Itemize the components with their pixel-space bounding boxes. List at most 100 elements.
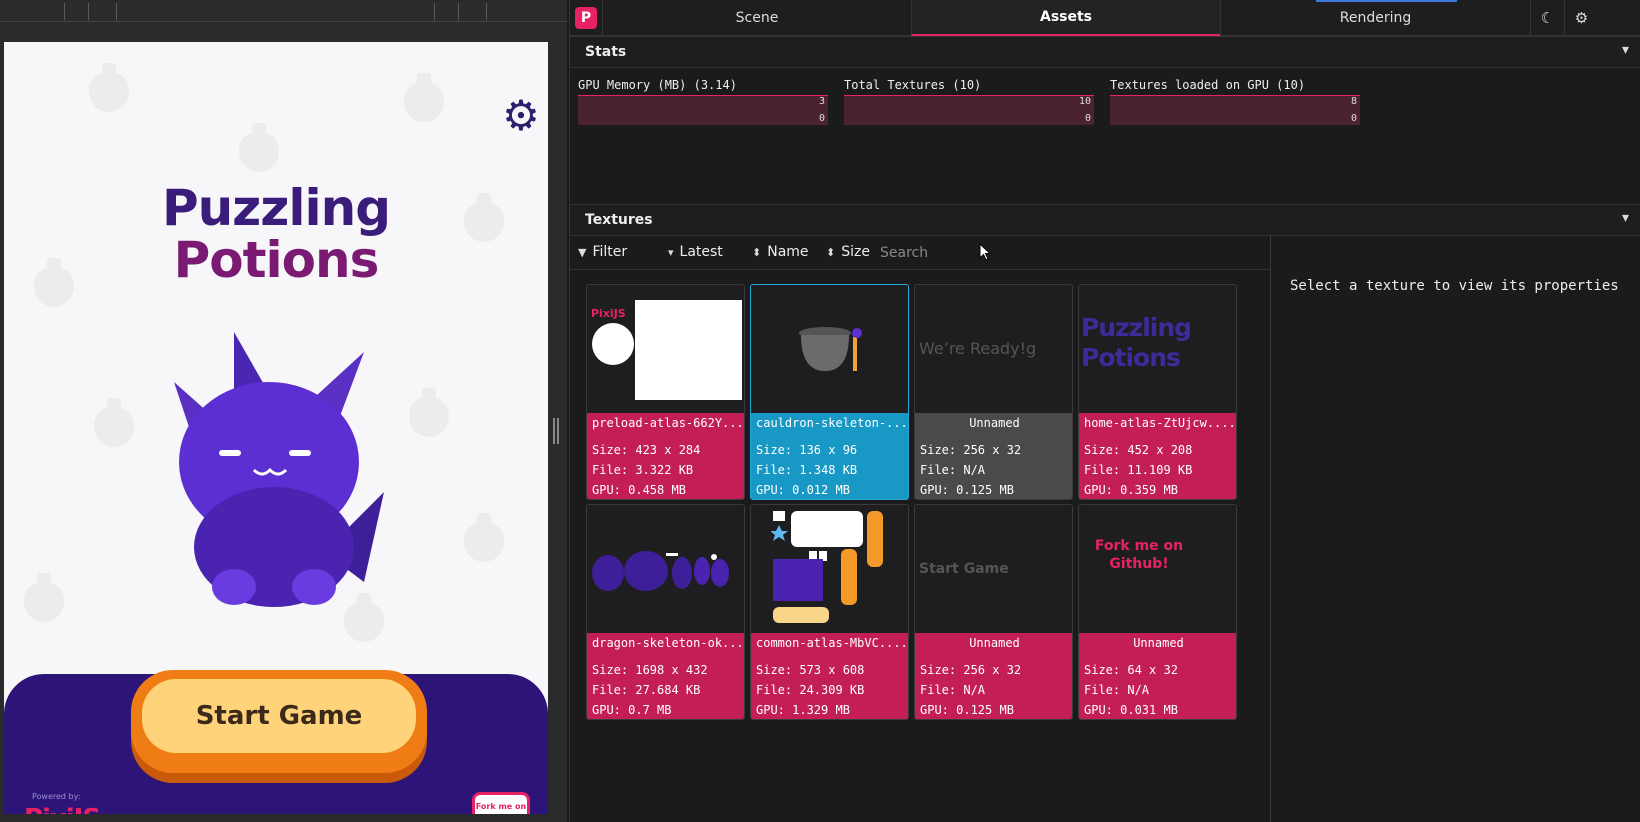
stat-gpu-memory: GPU Memory (MB) (3.14) 3 0 — [578, 78, 828, 125]
toolbar-separator — [458, 3, 459, 20]
toolbar-separator — [64, 3, 65, 20]
bg-pattern — [404, 73, 444, 122]
fork-github-badge[interactable]: Fork me on Github! — [472, 792, 530, 814]
texture-file: File: 27.684 KB — [592, 683, 701, 697]
sort-size-button[interactable]: ⬍ Size — [826, 244, 870, 260]
texture-file: File: 11.109 KB — [1084, 463, 1193, 477]
sort-latest-label: Latest — [679, 244, 723, 260]
game-canvas[interactable]: ⚙ Puzzling Potions Start Game Powered by… — [4, 42, 548, 814]
thumb-text: Start Game — [919, 561, 1009, 577]
pixi-logo[interactable]: PixiJS — [24, 804, 101, 814]
texture-file: File: 1.348 KB — [756, 463, 858, 477]
gear-icon[interactable]: ⚙ — [1564, 0, 1598, 36]
dragon-mascot — [174, 332, 384, 607]
stat-line — [844, 95, 1094, 96]
texture-card-selected[interactable]: cauldron-skeleton-... Size: 136 x 96 Fil… — [750, 284, 909, 500]
chevron-down-icon[interactable]: ▾ — [1622, 42, 1629, 58]
tab-assets[interactable]: Assets — [911, 0, 1220, 36]
texture-name: home-atlas-ZtUjcw.... — [1084, 416, 1233, 430]
moon-icon[interactable]: ☾ — [1530, 0, 1564, 36]
mouse-cursor-icon — [979, 243, 991, 261]
textures-section-header[interactable]: Textures ▾ — [570, 204, 1640, 236]
texture-name: Unnamed — [1133, 636, 1184, 650]
common-atlas-thumb — [771, 511, 883, 623]
texture-info: preload-atlas-662Y... Size: 423 x 284 Fi… — [587, 413, 744, 499]
sort-desc-icon: ▾ — [668, 246, 674, 259]
sort-size-label: Size — [841, 244, 870, 260]
thumb-text: We’re Ready!g — [919, 339, 1037, 358]
stat-label: Total Textures (10) — [844, 78, 982, 92]
sort-icon: ⬍ — [826, 246, 836, 259]
texture-info: dragon-skeleton-ok... Size: 1698 x 432 F… — [587, 633, 744, 719]
texture-size: Size: 256 x 32 — [920, 443, 1022, 457]
texture-size: Size: 452 x 208 — [1084, 443, 1193, 457]
stat-textures-on-gpu: Textures loaded on GPU (10) 8 0 — [1110, 78, 1360, 125]
tab-rendering[interactable]: Rendering — [1220, 0, 1530, 36]
stat-graph: 8 0 — [1110, 95, 1360, 125]
texture-card[interactable]: Start Game Unnamed Size: 256 x 32 File: … — [914, 504, 1073, 720]
toolbar-separator — [116, 3, 117, 20]
game-logo: Puzzling Potions — [4, 182, 548, 286]
pixi-devtools-logo: P — [575, 7, 597, 29]
thumb-text: PixiJS — [591, 307, 626, 320]
texture-card[interactable]: We’re Ready!g Unnamed Size: 256 x 32 Fil… — [914, 284, 1073, 500]
stats-section-header[interactable]: Stats ▾ — [570, 36, 1640, 68]
texture-size: Size: 573 x 608 — [756, 663, 865, 677]
texture-name: preload-atlas-662Y... — [592, 416, 741, 430]
filter-label: Filter — [592, 244, 628, 260]
pane-splitter-handle[interactable] — [553, 418, 559, 444]
dragon-parts-thumb — [592, 551, 729, 591]
texture-name: Unnamed — [969, 416, 1020, 430]
bg-pattern — [89, 63, 129, 112]
texture-gpu: GPU: 0.031 MB — [1084, 703, 1178, 717]
texture-name: dragon-skeleton-ok... — [592, 636, 741, 650]
thumb-text: Puzzling Potions — [1081, 313, 1192, 372]
gear-icon[interactable]: ⚙ — [499, 94, 543, 138]
texture-file: File: N/A — [920, 683, 986, 697]
toolbar-separator — [88, 3, 89, 20]
start-game-button[interactable]: Start Game — [131, 670, 427, 773]
texture-card[interactable]: PixiJS preload-atlas-662Y... Size: 423 x… — [586, 284, 745, 500]
texture-card[interactable]: Puzzling Potions home-atlas-ZtUjcw.... S… — [1078, 284, 1237, 500]
bg-pattern — [239, 123, 279, 172]
sort-latest-button[interactable]: ▾ Latest — [668, 244, 723, 260]
bg-pattern — [94, 398, 134, 447]
filter-button[interactable]: ▼ Filter — [578, 244, 627, 260]
texture-name: cauldron-skeleton-... — [756, 416, 905, 430]
stat-min: 0 — [1084, 113, 1091, 124]
texture-file: File: 24.309 KB — [756, 683, 865, 697]
texture-thumbnail — [751, 285, 908, 413]
stat-graph: 3 0 — [578, 95, 828, 125]
texture-gpu: GPU: 0.125 MB — [920, 483, 1014, 497]
panel-divider[interactable] — [1270, 236, 1271, 822]
bg-pattern — [24, 573, 64, 622]
texture-size: Size: 64 x 32 — [1084, 663, 1178, 677]
stat-label: Textures loaded on GPU (10) — [1110, 78, 1306, 92]
tab-scene[interactable]: Scene — [602, 0, 911, 36]
texture-size: Size: 1698 x 432 — [592, 663, 708, 677]
texture-thumbnail: We’re Ready!g — [915, 285, 1072, 413]
texture-info: Unnamed Size: 64 x 32 File: N/A GPU: 0.0… — [1079, 633, 1236, 719]
game-title-line1: Puzzling — [161, 179, 391, 237]
texture-size: Size: 136 x 96 — [756, 443, 858, 457]
texture-gpu: GPU: 0.7 MB — [592, 703, 672, 717]
texture-card[interactable]: common-atlas-MbVC.... Size: 573 x 608 Fi… — [750, 504, 909, 720]
texture-info: home-atlas-ZtUjcw.... Size: 452 x 208 Fi… — [1079, 413, 1236, 499]
sort-name-button[interactable]: ⬍ Name — [752, 244, 809, 260]
texture-card[interactable]: Fork me on Github! Unnamed Size: 64 x 32… — [1078, 504, 1237, 720]
texture-thumbnail — [751, 505, 908, 633]
chevron-down-icon[interactable]: ▾ — [1622, 210, 1629, 226]
game-preview-pane: ⚙ Puzzling Potions Start Game Powered by… — [0, 0, 567, 822]
texture-name: common-atlas-MbVC.... — [756, 636, 905, 650]
texture-thumbnail — [587, 505, 744, 633]
stat-max: 10 — [1078, 96, 1091, 107]
sort-icon: ⬍ — [752, 246, 762, 259]
texture-thumbnail: Puzzling Potions — [1079, 285, 1236, 413]
sort-name-label: Name — [767, 244, 809, 260]
stat-max: 8 — [1350, 96, 1357, 107]
texture-info: common-atlas-MbVC.... Size: 573 x 608 Fi… — [751, 633, 908, 719]
texture-thumbnail: Fork me on Github! — [1079, 505, 1236, 633]
texture-card[interactable]: dragon-skeleton-ok... Size: 1698 x 432 F… — [586, 504, 745, 720]
stat-max: 3 — [818, 96, 825, 107]
texture-info: cauldron-skeleton-... Size: 136 x 96 Fil… — [751, 413, 908, 499]
